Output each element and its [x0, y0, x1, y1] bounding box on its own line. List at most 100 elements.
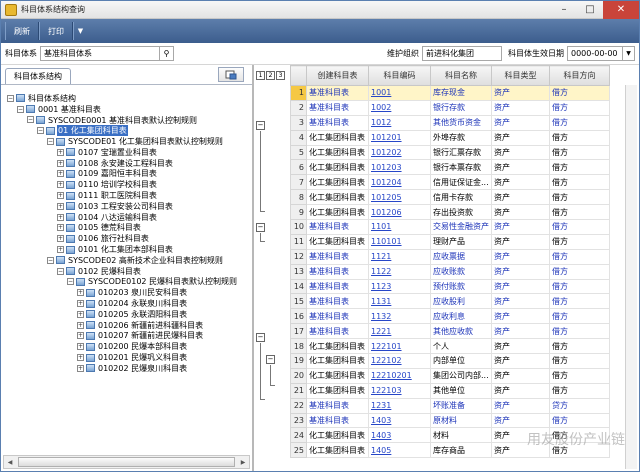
- table-row[interactable]: 6 化工集团科目表 101203 银行本票存款 资产 借方: [290, 159, 610, 176]
- column-header[interactable]: 科目名称: [430, 65, 492, 86]
- table-row[interactable]: 17 基准科目表 1221 其他应收款 资产 借方: [290, 323, 610, 340]
- collapse-group-icon[interactable]: −: [256, 333, 265, 342]
- collapse-icon[interactable]: −: [67, 278, 74, 286]
- tree-node[interactable]: +0103 工程安装公司科目表: [7, 201, 248, 212]
- tree-node[interactable]: − SYSCODE0102 民爆科目表默认控制规则: [7, 277, 248, 288]
- cell-account-code[interactable]: 101206: [368, 204, 431, 221]
- expand-icon[interactable]: +: [57, 213, 64, 221]
- table-row[interactable]: 18 化工集团科目表 122101 个人 资产 借方: [290, 338, 610, 355]
- tree-node[interactable]: − 0102 民爆科目表: [7, 266, 248, 277]
- tree-node[interactable]: +0107 宝瑞置业科目表: [7, 147, 248, 158]
- org-input[interactable]: 前进科化集团: [422, 46, 502, 61]
- table-row[interactable]: 8 化工集团科目表 101205 信用卡存款 资产 借方: [290, 189, 610, 206]
- tree-node[interactable]: +010200 民爆本部科目表: [7, 341, 248, 352]
- expand-icon[interactable]: +: [77, 364, 84, 372]
- scroll-right-icon[interactable]: ▶: [237, 456, 249, 468]
- cell-account-code[interactable]: 101203: [368, 159, 431, 176]
- expand-icon[interactable]: +: [57, 224, 64, 232]
- date-dropdown-icon[interactable]: ▼: [623, 46, 635, 61]
- date-input[interactable]: 0000-00-00: [567, 46, 623, 61]
- table-row[interactable]: 22 基准科目表 1231 坏账准备 资产 贷方: [290, 397, 610, 414]
- print-dropdown-icon[interactable]: ▼: [73, 22, 87, 40]
- minimize-button[interactable]: –: [551, 1, 577, 19]
- cell-account-code[interactable]: 122101: [368, 338, 431, 355]
- expand-icon[interactable]: +: [77, 321, 84, 329]
- cell-account-code[interactable]: 122102: [368, 353, 431, 369]
- system-input[interactable]: 基准科目体系: [40, 46, 160, 61]
- table-row[interactable]: 14 基准科目表 1123 预付账款 资产 借方: [290, 278, 610, 295]
- tree-node[interactable]: +010206 新疆前进科疆科目表: [7, 320, 248, 331]
- table-row[interactable]: 2 基准科目表 1002 银行存款 资产 借方: [290, 99, 610, 116]
- cell-account-code[interactable]: 101201: [368, 129, 431, 146]
- collapse-icon[interactable]: −: [47, 138, 54, 146]
- maximize-button[interactable]: □: [577, 1, 603, 19]
- expand-icon[interactable]: +: [57, 159, 64, 167]
- table-row[interactable]: 3 基准科目表 1012 其他货币资金 资产 借方: [290, 114, 610, 131]
- collapse-icon[interactable]: −: [27, 116, 34, 124]
- horizontal-scrollbar[interactable]: ◀ ▶: [3, 455, 250, 469]
- table-row[interactable]: 4 化工集团科目表 101201 外埠存款 资产 借方: [290, 129, 610, 146]
- tree-node[interactable]: +0104 八达运输科目表: [7, 212, 248, 223]
- table-row[interactable]: 11 化工集团科目表 110101 理财产品 资产 借方: [290, 233, 610, 250]
- expand-icon[interactable]: +: [77, 343, 84, 351]
- cell-account-code[interactable]: 1002: [368, 99, 431, 116]
- table-row[interactable]: 13 基准科目表 1122 应收账款 资产 借方: [290, 263, 610, 280]
- expand-icon[interactable]: +: [57, 192, 64, 200]
- tree-node[interactable]: − 0001 基准科目表: [7, 104, 248, 115]
- tree-node[interactable]: +0105 德荒科目表: [7, 223, 248, 234]
- expand-icon[interactable]: +: [57, 235, 64, 243]
- collapse-icon[interactable]: −: [57, 267, 64, 275]
- collapse-group-icon[interactable]: −: [266, 355, 275, 364]
- tree-node[interactable]: − 01 化工集团科目表: [7, 125, 248, 137]
- tree-node[interactable]: − SYSCODE0001 基准科目表默认控制规则: [7, 115, 248, 126]
- tree-node[interactable]: +010201 民爆巩义科目表: [7, 352, 248, 363]
- scroll-left-icon[interactable]: ◀: [4, 456, 16, 468]
- cell-account-code[interactable]: 101202: [368, 144, 431, 161]
- expand-icon[interactable]: +: [57, 148, 64, 156]
- tree-node[interactable]: − SYSCODE01 化工集团科目表默认控制规则: [7, 136, 248, 147]
- cell-account-code[interactable]: 101205: [368, 189, 431, 206]
- cell-account-code[interactable]: 1231: [368, 397, 431, 414]
- export-icon[interactable]: [218, 67, 244, 82]
- expand-icon[interactable]: +: [57, 246, 64, 254]
- cell-account-code[interactable]: 1131: [368, 293, 431, 310]
- scroll-thumb[interactable]: [18, 457, 235, 467]
- table-row[interactable]: 19 化工集团科目表 122102 内部单位 资产 借方: [290, 353, 610, 369]
- expand-icon[interactable]: +: [57, 202, 64, 210]
- search-icon[interactable]: ⚲: [160, 46, 174, 61]
- expand-icon[interactable]: +: [77, 354, 84, 362]
- expand-icon[interactable]: +: [77, 289, 84, 297]
- table-row[interactable]: 20 化工集团科目表 12210201 集团公司内部... 资产 借方: [290, 367, 610, 384]
- collapse-icon[interactable]: −: [7, 94, 14, 102]
- cell-account-code[interactable]: 1123: [368, 278, 431, 295]
- group-level-button[interactable]: 3: [276, 71, 285, 80]
- table-row[interactable]: 23 基准科目表 1403 原材料 资产 借方: [290, 412, 610, 429]
- table-row[interactable]: 5 化工集团科目表 101202 银行汇票存款 资产 借方: [290, 144, 610, 161]
- table-row[interactable]: 12 基准科目表 1121 应收票据 资产 借方: [290, 248, 610, 265]
- column-header[interactable]: 科目方向: [549, 65, 610, 86]
- cell-account-code[interactable]: 122103: [368, 382, 431, 399]
- table-row[interactable]: 7 化工集团科目表 101204 信用证保证金... 资产 借方: [290, 174, 610, 191]
- expand-icon[interactable]: +: [57, 181, 64, 189]
- table-row[interactable]: 1 基准科目表 1001 库存现金 资产 借方: [290, 85, 610, 101]
- tree-node[interactable]: − SYSCODE02 高新技术企业科目表控制规则: [7, 255, 248, 266]
- cell-account-code[interactable]: 12210201: [368, 367, 431, 384]
- collapse-icon[interactable]: −: [17, 105, 24, 113]
- collapse-icon[interactable]: −: [47, 256, 54, 264]
- group-level-button[interactable]: 2: [266, 71, 275, 80]
- column-header[interactable]: 科目编码: [368, 65, 431, 86]
- close-button[interactable]: ✕: [603, 0, 639, 19]
- expand-icon[interactable]: +: [57, 170, 64, 178]
- expand-icon[interactable]: +: [77, 310, 84, 318]
- tree-node[interactable]: +0101 化工集团本部科目表: [7, 244, 248, 255]
- tree-node[interactable]: +0106 旅行社科目表: [7, 233, 248, 244]
- cell-account-code[interactable]: 101204: [368, 174, 431, 191]
- cell-account-code[interactable]: 1101: [368, 219, 431, 235]
- column-header[interactable]: 科目类型: [491, 65, 550, 86]
- vertical-scrollbar[interactable]: [625, 85, 637, 469]
- tree-node[interactable]: +010204 永联泉川科目表: [7, 298, 248, 309]
- refresh-button[interactable]: 刷新: [5, 22, 39, 40]
- table-row[interactable]: 15 基准科目表 1131 应收股利 资产 借方: [290, 293, 610, 310]
- group-level-button[interactable]: 1: [256, 71, 265, 80]
- tree-node[interactable]: +010202 民爆泉川科目表: [7, 363, 248, 374]
